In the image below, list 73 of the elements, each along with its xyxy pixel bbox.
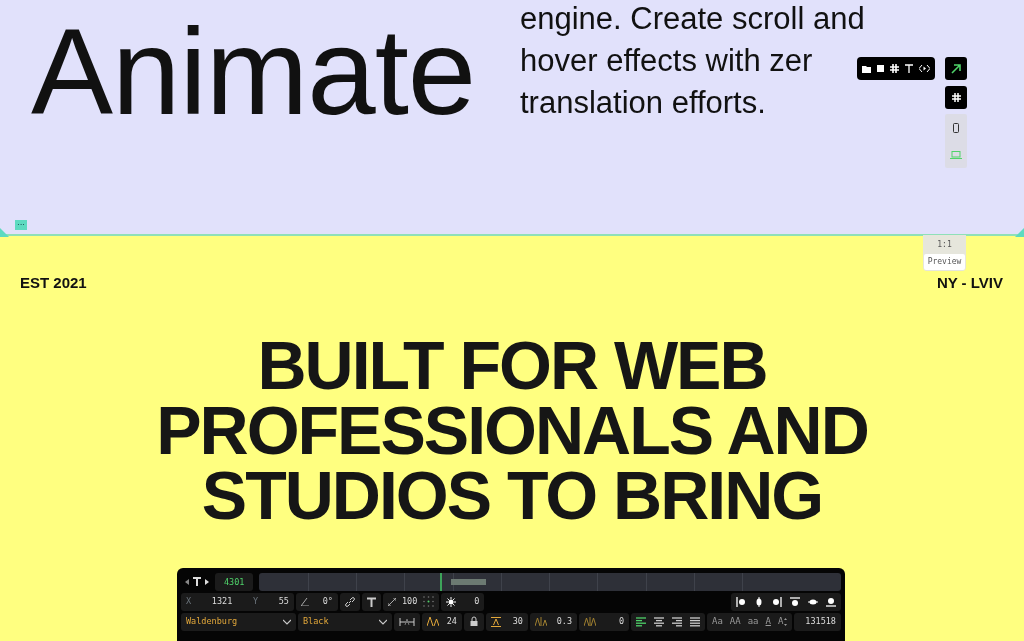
- line-height-value[interactable]: 30: [512, 615, 523, 628]
- text-tool-icon[interactable]: [905, 64, 913, 73]
- ratio-label: 1:1: [936, 239, 953, 251]
- scale-value[interactable]: 100: [402, 595, 418, 608]
- letter-spacing-button[interactable]: [394, 612, 420, 631]
- playhead[interactable]: [439, 572, 442, 591]
- link-button[interactable]: [340, 592, 360, 611]
- line-height-icon: [491, 616, 501, 627]
- case-option[interactable]: A: [765, 614, 771, 629]
- align-right-icon[interactable]: [772, 596, 782, 607]
- word-spacing-icon: [584, 617, 596, 626]
- word-spacing-value[interactable]: 0: [618, 615, 624, 628]
- axis-label: Y: [252, 595, 259, 608]
- hash-icon: [951, 93, 961, 102]
- font-dropdown[interactable]: Waldenburg: [181, 612, 296, 631]
- text-align-center-icon[interactable]: [654, 616, 664, 627]
- hash-icon[interactable]: [890, 64, 899, 73]
- blur-value[interactable]: 0: [474, 595, 480, 608]
- font-size-icon: [427, 617, 439, 626]
- width-icon: [399, 617, 415, 626]
- position-value[interactable]: 1321: [211, 595, 233, 608]
- text-align-justify-icon[interactable]: [690, 616, 700, 627]
- hero-title: Animate: [31, 10, 477, 133]
- color-field[interactable]: 131518: [794, 612, 841, 631]
- grid-button[interactable]: [945, 86, 967, 109]
- headline-line: STUDIOS TO BRING: [200, 462, 824, 528]
- hero-text-line: translation efforts.: [520, 84, 766, 122]
- scale-icon: [388, 597, 396, 606]
- headline-line: PROFESSIONALS AND: [155, 397, 869, 463]
- header-label: EST 2021: [20, 273, 87, 293]
- font-size-value[interactable]: 24: [446, 615, 457, 628]
- case-option[interactable]: aa: [747, 614, 759, 629]
- more-button[interactable]: ···: [15, 220, 27, 230]
- arrow-button[interactable]: [945, 57, 967, 80]
- link-icon: [345, 596, 355, 607]
- phone-icon: [953, 122, 959, 133]
- axis-label: X: [186, 595, 192, 608]
- align-top-icon[interactable]: [790, 596, 800, 607]
- hero-text-line: engine. Create scroll and: [520, 0, 865, 38]
- folder-icon[interactable]: [862, 64, 871, 73]
- text-align-right-icon[interactable]: [672, 616, 682, 627]
- stepper-icon[interactable]: [784, 617, 788, 626]
- hero-text-line: hover effects with zer: [520, 42, 813, 80]
- case-option[interactable]: A: [777, 614, 784, 629]
- align-left-icon[interactable]: [736, 596, 746, 607]
- weight-dropdown[interactable]: Black: [298, 612, 392, 631]
- text-align-left-icon[interactable]: [636, 616, 646, 627]
- sun-icon: [446, 596, 457, 607]
- position-value[interactable]: 55: [278, 595, 289, 608]
- preview-label[interactable]: Preview: [924, 254, 965, 270]
- header-label: NY - LVIV: [936, 273, 1003, 293]
- anchor-grid-icon[interactable]: [423, 596, 435, 607]
- frame-counter: 4301: [215, 572, 254, 591]
- laptop-icon: [950, 150, 962, 159]
- diagonal-arrow-icon: [951, 63, 961, 74]
- chevron-down-icon: [379, 618, 387, 625]
- case-option[interactable]: AA: [729, 614, 741, 629]
- code-icon[interactable]: [919, 65, 930, 72]
- letter-spacing-icon: [535, 617, 547, 626]
- rotation-value[interactable]: 0°: [322, 595, 333, 608]
- lock-button[interactable]: [464, 612, 484, 631]
- keyframe-range[interactable]: [451, 578, 487, 585]
- next-icon[interactable]: [205, 578, 209, 585]
- pin-button[interactable]: [362, 592, 381, 611]
- headline-line: BUILT FOR WEB: [256, 332, 768, 398]
- lock-icon: [469, 616, 479, 627]
- timeline-track[interactable]: [259, 572, 841, 591]
- previous-icon[interactable]: [185, 578, 189, 585]
- align-bottom-icon[interactable]: [826, 596, 836, 607]
- chevron-down-icon: [283, 618, 291, 625]
- angle-icon: [301, 597, 309, 606]
- case-option[interactable]: Aa: [712, 614, 723, 629]
- align-center-icon[interactable]: [754, 596, 764, 607]
